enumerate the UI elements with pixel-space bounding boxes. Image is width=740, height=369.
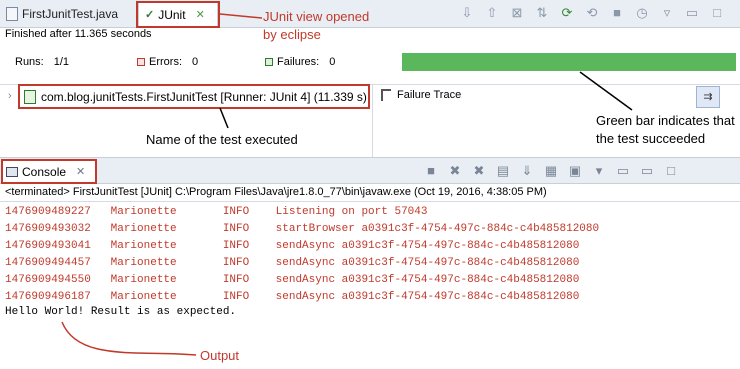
junit-tab-highlight <box>136 1 220 28</box>
log-line: 1476909496187 Marionette INFO sendAsync … <box>5 291 580 303</box>
log-line: 1476909493041 Marionette INFO sendAsync … <box>5 240 580 252</box>
error-icon <box>137 58 145 66</box>
annotation-output: Output <box>200 348 240 363</box>
failure-trace-label: Failure Trace <box>397 89 462 101</box>
failure-trace-icon <box>381 89 391 101</box>
remove-all-icon[interactable]: ✖ <box>472 163 486 179</box>
program-output-line: Hello World! Result is as expected. <box>5 306 237 318</box>
test-item-highlight <box>18 84 370 109</box>
terminated-header: <terminated> FirstJunitTest [JUnit] C:\P… <box>5 186 547 198</box>
annotation-junit-view-2: by eclipse <box>263 27 321 42</box>
errors-label: Errors: <box>149 56 182 68</box>
scroll-lock-icon[interactable]: ⇅ <box>535 5 549 21</box>
finished-status: Finished after 11.365 seconds <box>5 28 152 40</box>
pin-console-icon[interactable]: ▣ <box>568 163 582 179</box>
maximize-icon[interactable]: □ <box>664 163 678 179</box>
stop-icon[interactable]: ■ <box>610 5 624 21</box>
annotation-green-bar-1: Green bar indicates that <box>596 113 735 128</box>
rerun-failed-icon[interactable]: ⟲ <box>585 5 599 21</box>
failures-stat: Failures: 0 <box>265 56 335 68</box>
minimize-icon[interactable]: ▭ <box>685 5 699 21</box>
minimize-icon[interactable]: ▭ <box>640 163 654 179</box>
next-failure-icon[interactable]: ⇩ <box>460 5 474 21</box>
log-line: 1476909493032 Marionette INFO startBrows… <box>5 223 600 235</box>
terminate-icon[interactable]: ■ <box>424 163 438 179</box>
annotation-test-name: Name of the test executed <box>146 132 298 147</box>
show-failures-icon[interactable]: ⊠ <box>510 5 524 21</box>
tab-label: FirstJunitTest.java <box>22 7 119 21</box>
runs-value: 1/1 <box>53 56 70 68</box>
scroll-lock-icon[interactable]: ⇓ <box>520 163 534 179</box>
view-menu-icon[interactable]: ▿ <box>660 5 674 21</box>
compare-results-button[interactable]: ⇉ <box>696 86 720 108</box>
console-toolbar: ■ ✖ ✖ ▤ ⇓ ▦ ▣ ▾ ▭ ▭ □ <box>424 163 678 179</box>
test-progress-bar <box>402 53 736 71</box>
annotation-junit-view: JUnit view opened <box>263 9 370 24</box>
failures-value: 0 <box>329 56 336 68</box>
log-line: 1476909494457 Marionette INFO sendAsync … <box>5 257 580 269</box>
chevron-right-icon[interactable]: › <box>8 90 12 102</box>
log-line: 1476909489227 Marionette INFO Listening … <box>5 206 428 218</box>
junit-toolbar: ⇩ ⇧ ⊠ ⇅ ⟳ ⟲ ■ ◷ ▿ ▭ □ <box>460 5 724 21</box>
history-icon[interactable]: ◷ <box>635 5 649 21</box>
failures-label: Failures: <box>277 56 320 68</box>
failure-trace-header: Failure Trace <box>381 89 461 101</box>
arrow-green-bar <box>579 71 633 111</box>
remove-launch-icon[interactable]: ✖ <box>448 163 462 179</box>
arrow-test-name <box>219 107 229 129</box>
previous-failure-icon[interactable]: ⇧ <box>485 5 499 21</box>
tab-first-junit-test-java[interactable]: FirstJunitTest.java <box>0 2 138 26</box>
annotation-green-bar-2: the test succeeded <box>596 131 706 146</box>
runs-stat: Runs: 1/1 <box>15 56 69 68</box>
failure-icon <box>265 58 273 66</box>
java-file-icon <box>6 7 18 21</box>
runs-label: Runs: <box>15 56 44 68</box>
rerun-icon[interactable]: ⟳ <box>560 5 574 21</box>
display-console-icon[interactable]: ▾ <box>592 163 606 179</box>
panel-divider <box>372 84 373 157</box>
console-tab-highlight <box>1 159 97 184</box>
errors-stat: Errors: 0 <box>137 56 198 68</box>
clear-console-icon[interactable]: ▤ <box>496 163 510 179</box>
show-on-output-icon[interactable]: ▦ <box>544 163 558 179</box>
log-line: 1476909494550 Marionette INFO sendAsync … <box>5 274 580 286</box>
open-console-icon[interactable]: ▭ <box>616 163 630 179</box>
maximize-icon[interactable]: □ <box>710 5 724 21</box>
errors-value: 0 <box>192 56 199 68</box>
